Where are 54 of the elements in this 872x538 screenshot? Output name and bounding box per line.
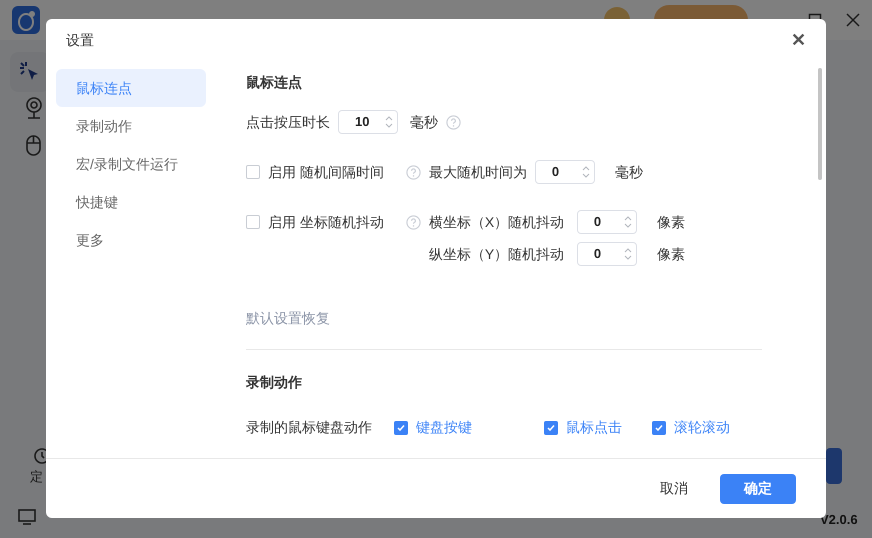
number-field[interactable]: 0 xyxy=(534,160,595,184)
stepper-icon[interactable] xyxy=(624,246,632,262)
field-label: 最大随机时间为 xyxy=(428,162,527,182)
stepper-icon[interactable] xyxy=(624,214,632,230)
field-label: 录制的鼠标键盘动作 xyxy=(246,418,373,437)
checkbox[interactable] xyxy=(394,420,408,434)
nav-item[interactable]: 宏/录制文件运行 xyxy=(56,145,206,183)
section-heading: 录制动作 xyxy=(246,373,303,392)
app-logo-icon xyxy=(12,6,40,34)
checkbox[interactable] xyxy=(246,215,260,229)
checkmark-icon xyxy=(546,422,556,432)
field-label: 横坐标（X）随机抖动 xyxy=(428,212,566,232)
checkmark-icon xyxy=(396,422,406,432)
nav-item[interactable]: 更多 xyxy=(56,221,206,259)
unit-label: 像素 xyxy=(656,244,685,264)
help-icon xyxy=(446,114,461,130)
close-button[interactable]: ✕ xyxy=(791,31,806,49)
nav-item[interactable]: 快捷键 xyxy=(56,183,206,221)
checkbox-label[interactable]: 键盘按键 xyxy=(416,417,472,438)
close-icon[interactable] xyxy=(846,13,860,27)
mouse-icon[interactable] xyxy=(24,133,44,157)
unit-label: 毫秒 xyxy=(614,162,643,182)
checkbox-label[interactable]: 启用 随机间隔时间 xyxy=(268,162,384,182)
checkbox-label[interactable]: 启用 坐标随机抖动 xyxy=(268,212,384,232)
field-label: 纵坐标（Y）随机抖动 xyxy=(428,244,566,264)
number-field[interactable]: 10 xyxy=(338,110,398,134)
dialog-title: 设置 xyxy=(66,30,94,50)
field-label: 点击按压时长 xyxy=(246,112,330,132)
unit-label: 毫秒 xyxy=(410,112,438,132)
stepper-icon[interactable] xyxy=(385,114,393,130)
start-button-background xyxy=(826,448,842,484)
checkbox-label[interactable]: 鼠标点击 xyxy=(566,417,622,438)
number-field[interactable]: 0 xyxy=(576,210,637,234)
nav-item[interactable]: 录制动作 xyxy=(56,107,206,145)
scrollbar-thumb[interactable] xyxy=(818,68,822,180)
help-icon xyxy=(406,214,421,230)
monitor-icon[interactable] xyxy=(18,509,36,525)
checkbox-label[interactable]: 滚轮滚动 xyxy=(674,417,730,438)
checkbox[interactable] xyxy=(246,165,260,179)
checkbox[interactable] xyxy=(652,420,666,434)
number-field[interactable]: 0 xyxy=(576,242,637,266)
section-heading: 鼠标连点 xyxy=(246,73,303,92)
cancel-button[interactable]: 取消 xyxy=(640,474,708,504)
unit-label: 像素 xyxy=(656,212,685,232)
webcam-icon[interactable] xyxy=(24,96,44,120)
reset-link[interactable]: 默认设置恢复 xyxy=(246,308,330,329)
checkbox[interactable] xyxy=(544,420,558,434)
checkmark-icon xyxy=(654,422,664,432)
side-label: 定 xyxy=(30,468,43,486)
stepper-icon[interactable] xyxy=(582,164,590,180)
ok-button[interactable]: 确定 xyxy=(720,474,796,504)
version-label: V2.0.6 xyxy=(820,511,858,529)
nav-item[interactable]: 鼠标连点 xyxy=(56,69,206,107)
help-icon xyxy=(406,164,421,180)
